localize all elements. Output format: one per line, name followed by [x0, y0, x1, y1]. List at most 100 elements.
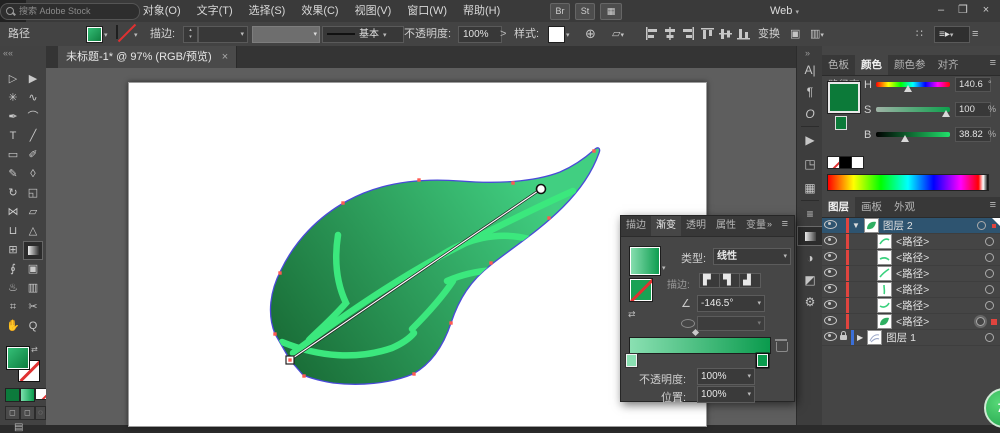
- layer-row-path-leaf[interactable]: <路径>: [822, 314, 1000, 330]
- slice-tool[interactable]: ✂: [23, 298, 43, 317]
- menu-select[interactable]: 选择(S): [241, 0, 294, 22]
- brush-definition-dropdown[interactable]: 基本▾: [322, 26, 404, 43]
- align-center-icon[interactable]: [663, 27, 677, 40]
- path-name[interactable]: <路径>: [896, 298, 985, 313]
- direct-selection-tool[interactable]: ▷: [3, 70, 23, 89]
- align-top-icon[interactable]: [701, 27, 715, 40]
- layer-row-path[interactable]: <路径>: [822, 298, 1000, 314]
- character-panel-icon[interactable]: A|: [797, 60, 823, 80]
- symbol-sprayer-tool[interactable]: ♨: [3, 279, 23, 298]
- free-transform-tool[interactable]: ▱: [23, 203, 43, 222]
- document-setup-globe-icon[interactable]: ⊕: [585, 22, 596, 46]
- minimize-button[interactable]: –: [930, 0, 952, 20]
- shape-builder-tool[interactable]: ⊔: [3, 222, 23, 241]
- rectangle-tool[interactable]: ▭: [3, 146, 23, 165]
- gradient-type-dropdown[interactable]: 线性▾: [713, 248, 791, 265]
- brightness-slider-thumb[interactable]: [901, 135, 909, 142]
- layer-thumbnail[interactable]: [867, 330, 882, 345]
- transform-label[interactable]: 变换: [758, 22, 780, 46]
- graphic-styles-panel-icon[interactable]: ⚙: [797, 292, 823, 312]
- chevron-right-icon[interactable]: ▶: [857, 333, 863, 342]
- panel-menu-icon[interactable]: ≡: [990, 57, 996, 69]
- layer-row-path[interactable]: <路径>: [822, 266, 1000, 282]
- arrange-documents-icon[interactable]: ▦: [600, 3, 622, 20]
- stroke-weight-stepper[interactable]: ▴▾: [183, 26, 198, 43]
- close-button[interactable]: ×: [975, 0, 997, 20]
- white-swatch[interactable]: [851, 156, 864, 169]
- saturation-slider[interactable]: [876, 107, 950, 112]
- visibility-eye-icon[interactable]: [824, 220, 837, 229]
- path-thumbnail[interactable]: [877, 250, 892, 265]
- visibility-eye-icon[interactable]: [824, 236, 837, 245]
- path-name[interactable]: <路径>: [896, 234, 985, 249]
- layer-row-layer2[interactable]: ▼ 图层 2: [822, 218, 1000, 234]
- links-panel-icon[interactable]: ◳: [797, 154, 823, 174]
- bridge-button[interactable]: Br: [550, 3, 570, 20]
- pencil-tool[interactable]: ✎: [3, 165, 23, 184]
- gradient-fill-swatch[interactable]: [629, 246, 661, 276]
- target-circle[interactable]: [977, 221, 986, 230]
- layer-row-layer1[interactable]: ▶ 图层 1: [822, 330, 1000, 346]
- document-close-icon[interactable]: ×: [222, 51, 228, 63]
- opacity-more-arrow[interactable]: >: [500, 22, 506, 46]
- menu-window[interactable]: 窗口(W): [399, 0, 455, 22]
- opentype-panel-icon[interactable]: O: [797, 104, 823, 124]
- brightness-value[interactable]: 38.82: [955, 127, 991, 142]
- layer-name[interactable]: 图层 2: [883, 218, 977, 233]
- target-circle[interactable]: [985, 301, 994, 310]
- pen-tool[interactable]: ✒: [3, 108, 23, 127]
- align-right-icon[interactable]: [681, 27, 695, 40]
- stroke-dropdown-icon[interactable]: ▾: [134, 31, 138, 39]
- menu-object[interactable]: 对象(O): [135, 0, 189, 22]
- type-tool[interactable]: T: [3, 127, 23, 146]
- width-tool[interactable]: ⋈: [3, 203, 23, 222]
- fill-color-swatch[interactable]: [86, 26, 103, 43]
- target-circle[interactable]: [985, 333, 994, 342]
- target-circle-selected[interactable]: [976, 317, 985, 326]
- reverse-gradient-icon[interactable]: ⇄: [628, 309, 636, 320]
- path-name[interactable]: <路径>: [896, 266, 985, 281]
- selection-tool[interactable]: ▶: [23, 70, 43, 89]
- layer-row-path[interactable]: <路径>: [822, 234, 1000, 250]
- path-thumbnail[interactable]: [877, 298, 892, 313]
- fill-proxy-gradient[interactable]: [6, 346, 30, 370]
- gradient-end-handle[interactable]: [537, 185, 546, 194]
- draw-normal-button[interactable]: ◻: [5, 406, 20, 420]
- color-mode-button[interactable]: [5, 388, 20, 402]
- collapse-panel-icon[interactable]: ««: [3, 48, 13, 58]
- fill-proxy-mini[interactable]: [835, 116, 847, 130]
- fill-dropdown-icon[interactable]: ▾: [104, 31, 108, 39]
- target-circle[interactable]: [985, 237, 994, 246]
- stroke-weight-value[interactable]: ▾: [198, 26, 248, 43]
- gradient-angle-input[interactable]: -146.5°▾: [697, 295, 765, 312]
- panel-menu-icon[interactable]: ≡: [972, 22, 978, 46]
- style-dropdown-icon[interactable]: ▾: [566, 31, 570, 39]
- perspective-grid-tool[interactable]: △: [23, 222, 43, 241]
- saturation-value[interactable]: 100: [955, 102, 991, 117]
- gradient-slider-bar[interactable]: [629, 337, 771, 354]
- path-name[interactable]: <路径>: [896, 314, 976, 329]
- scale-tool[interactable]: ◱: [23, 184, 43, 203]
- hue-slider[interactable]: [876, 82, 950, 87]
- align-bottom-icon[interactable]: [737, 27, 751, 40]
- path-thumbnail[interactable]: [877, 266, 892, 281]
- gradient-stop-start[interactable]: [626, 354, 637, 367]
- hue-value[interactable]: 140.6: [955, 77, 991, 92]
- blend-tool[interactable]: ▣: [23, 260, 43, 279]
- draw-inside-button[interactable]: ◌: [35, 406, 46, 420]
- line-segment-tool[interactable]: ╱: [23, 127, 43, 146]
- menu-effect[interactable]: 效果(C): [293, 0, 346, 22]
- align-left-icon[interactable]: [645, 27, 659, 40]
- chevron-down-icon[interactable]: ▼: [852, 221, 860, 230]
- paragraph-panel-icon[interactable]: ¶: [797, 82, 823, 102]
- lasso-tool[interactable]: ∿: [23, 89, 43, 108]
- zoom-tool[interactable]: Q: [23, 317, 43, 336]
- screen-mode-button[interactable]: ▤: [14, 422, 23, 433]
- tab-appearance[interactable]: 外观: [888, 197, 921, 217]
- gradient-swatch-dropdown-icon[interactable]: ▾: [662, 264, 666, 272]
- arrange-documents-icon[interactable]: ∷: [916, 22, 923, 46]
- path-thumbnail[interactable]: [877, 282, 892, 297]
- actions-panel-icon[interactable]: ▶: [797, 130, 823, 150]
- restore-button[interactable]: ❐: [952, 0, 974, 20]
- visibility-eye-icon[interactable]: [824, 268, 837, 277]
